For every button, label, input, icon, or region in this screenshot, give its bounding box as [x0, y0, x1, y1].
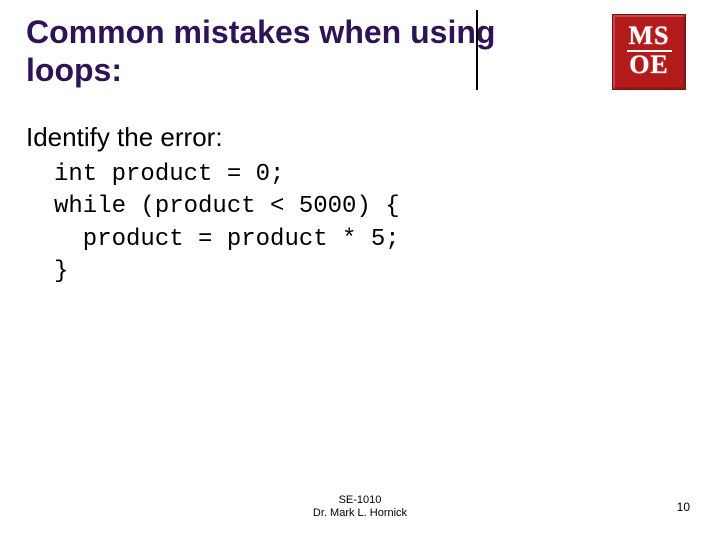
body: Identify the error: int product = 0; whi…	[26, 122, 666, 289]
page-number: 10	[677, 500, 690, 514]
logo-row2: OE	[627, 53, 672, 78]
code-block: int product = 0; while (product < 5000) …	[54, 159, 666, 289]
code-line: while (product < 5000) {	[54, 193, 400, 220]
logo-text: MS OE	[627, 24, 672, 77]
code-line: }	[54, 258, 68, 285]
footer-course: SE-1010	[0, 494, 720, 507]
slide: Common mistakes when using loops: MS OE …	[0, 0, 720, 540]
code-line: int product = 0;	[54, 161, 284, 188]
slide-title: Common mistakes when using loops:	[26, 14, 526, 90]
title-wrap: Common mistakes when using loops:	[26, 14, 526, 90]
footer: SE-1010 Dr. Mark L. Hornick	[0, 494, 720, 520]
code-line: product = product * 5;	[54, 226, 400, 253]
msoe-logo: MS OE	[612, 14, 686, 90]
logo-row1: MS	[627, 24, 672, 52]
footer-author: Dr. Mark L. Hornick	[0, 507, 720, 520]
prompt-text: Identify the error:	[26, 122, 666, 153]
title-divider	[476, 10, 478, 90]
